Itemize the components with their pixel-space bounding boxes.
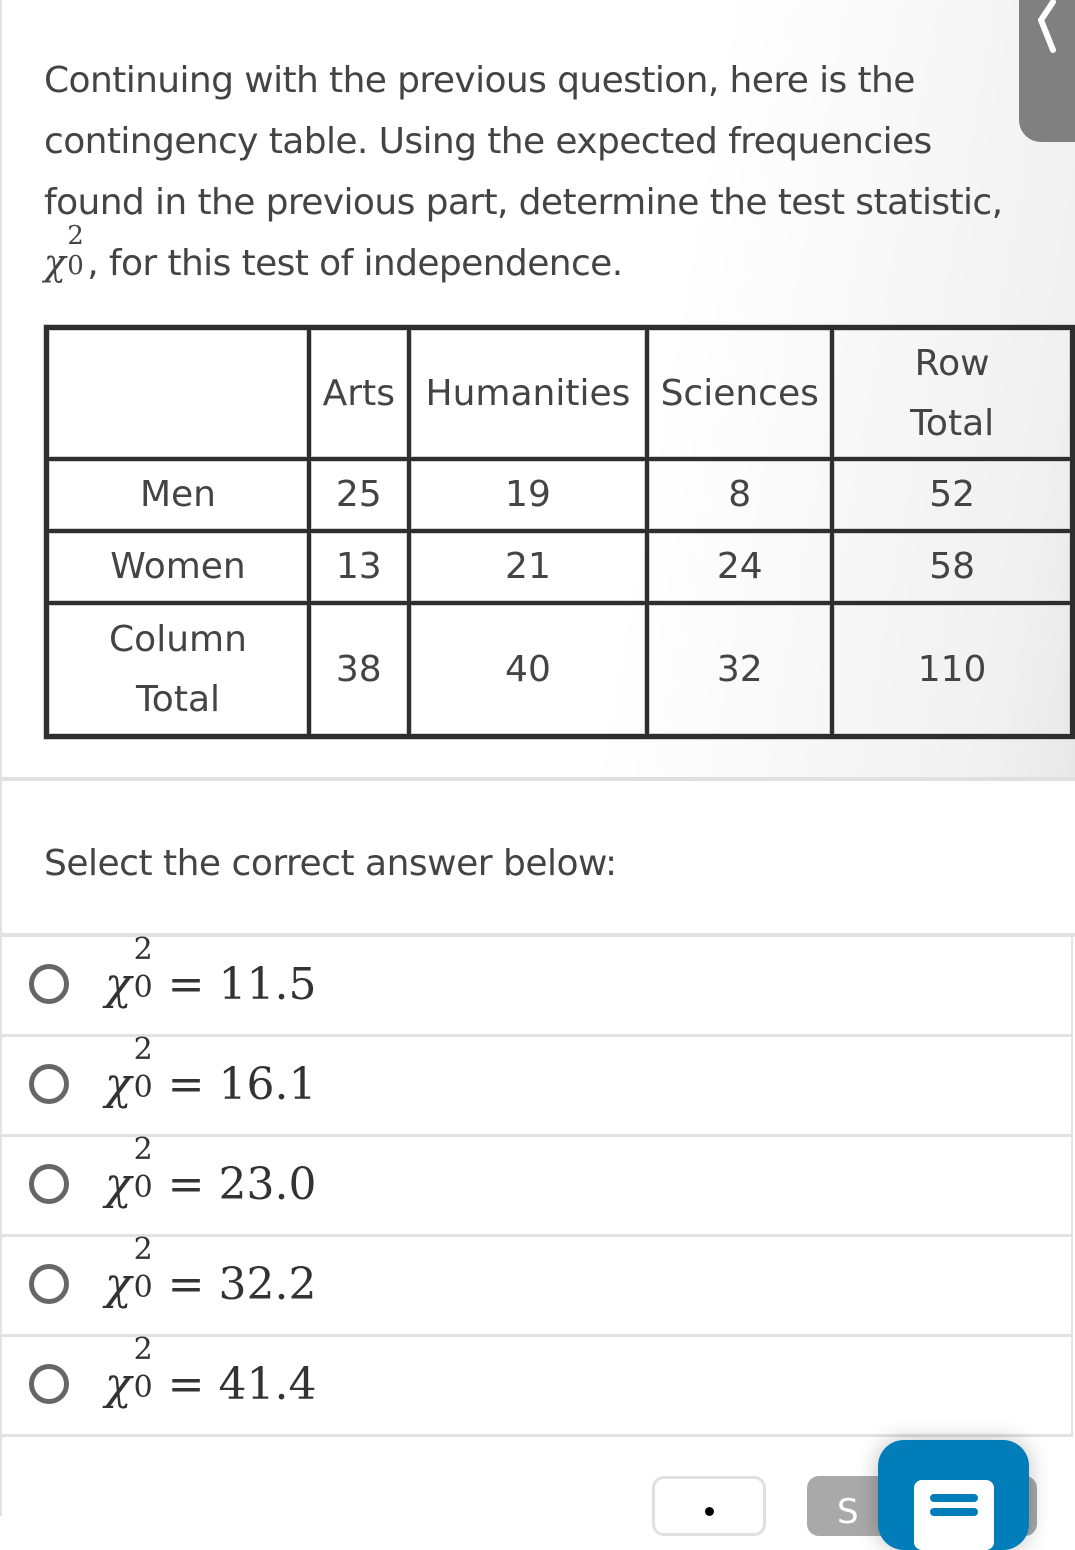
answer-label: χ 2 0 = 16.1	[105, 1032, 317, 1111]
table-cell: 58	[832, 531, 1072, 603]
more-dots-icon	[705, 1507, 714, 1516]
answer-option[interactable]: χ 2 0 = 11.5	[0, 932, 1073, 1037]
answer-option[interactable]: χ 2 0 = 23.0	[0, 1132, 1073, 1237]
table-cell: 24	[647, 531, 833, 603]
table-cell: 52	[832, 459, 1072, 531]
question-prompt: Continuing with the previous question, h…	[44, 50, 1004, 294]
answer-option[interactable]: χ 2 0 = 16.1	[0, 1032, 1073, 1137]
table-header-cell: Arts	[308, 328, 409, 459]
table-cell: 40	[408, 603, 648, 736]
submit-label: S	[837, 1492, 859, 1532]
more-options-button[interactable]	[652, 1476, 766, 1536]
table-cell: 32	[647, 603, 833, 736]
table-cell: 38	[308, 603, 409, 736]
table-header-cell: Row Total	[832, 328, 1072, 459]
table-row: Women 13 21 24 58	[47, 531, 1072, 603]
radio-button[interactable]	[29, 1264, 69, 1304]
table-cell: 19	[408, 459, 648, 531]
table-cell: 13	[308, 531, 409, 603]
chevron-left-icon	[1038, 0, 1056, 53]
table-header-cell: Sciences	[647, 328, 833, 459]
answer-label: χ 2 0 = 23.0	[105, 1132, 317, 1211]
row-label: Women	[47, 531, 309, 603]
table-cell: 110	[832, 603, 1072, 736]
contingency-table: Arts Humanities Sciences Row Total Men 2…	[44, 325, 1075, 739]
table-cell: 8	[647, 459, 833, 531]
radio-button[interactable]	[29, 1064, 69, 1104]
answers-instruction: Select the correct answer below:	[44, 843, 617, 884]
answer-label: χ 2 0 = 32.2	[105, 1232, 317, 1311]
answer-option[interactable]: χ 2 0 = 41.4	[0, 1332, 1073, 1437]
chat-document-icon	[914, 1480, 994, 1550]
chat-button[interactable]	[878, 1440, 1029, 1550]
table-header-row: Arts Humanities Sciences Row Total	[47, 328, 1072, 459]
radio-button[interactable]	[29, 1164, 69, 1204]
question-card: Continuing with the previous question, h…	[0, 0, 1075, 781]
table-cell: 25	[308, 459, 409, 531]
answer-label: χ 2 0 = 41.4	[105, 1332, 317, 1411]
back-button[interactable]	[1019, 0, 1075, 142]
table-row: Men 25 19 8 52	[47, 459, 1072, 531]
table-header-cell	[47, 328, 309, 459]
table-cell: 21	[408, 531, 648, 603]
radio-button[interactable]	[29, 1364, 69, 1404]
answer-label: χ 2 0 = 11.5	[105, 932, 317, 1011]
prompt-text-after: , for this test of independence.	[87, 243, 623, 284]
row-label: Column Total	[47, 603, 309, 736]
table-header-cell: Humanities	[408, 328, 648, 459]
answer-option[interactable]: χ 2 0 = 32.2	[0, 1232, 1073, 1337]
radio-button[interactable]	[29, 964, 69, 1004]
row-label: Men	[47, 459, 309, 531]
answers-instruction-section: Select the correct answer below:	[0, 781, 1075, 937]
table-row: Column Total 38 40 32 110	[47, 603, 1072, 736]
prompt-text-before: Continuing with the previous question, h…	[44, 60, 1003, 223]
chi-square-symbol: χ20	[44, 221, 84, 284]
